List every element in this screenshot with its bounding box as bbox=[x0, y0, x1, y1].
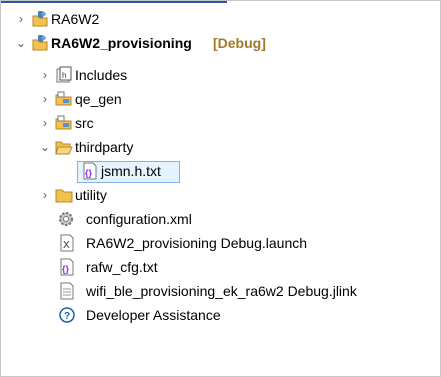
tree-item-label: jsmn.h.txt bbox=[101, 163, 161, 179]
project-explorer-panel: › RA6W2 ⌄ RA6W2_provisioning [Debug] › h… bbox=[0, 0, 441, 377]
text-file-icon: {} bbox=[81, 162, 99, 180]
collapse-icon[interactable]: ⌄ bbox=[38, 139, 52, 155]
tree-item-debug-launch[interactable]: X RA6W2_provisioning Debug.launch bbox=[1, 232, 440, 254]
tree-item-utility[interactable]: › utility bbox=[1, 184, 440, 206]
tree-item-label: configuration.xml bbox=[86, 211, 192, 227]
tree-item-label: RA6W2_provisioning Debug.launch bbox=[86, 235, 308, 251]
expand-icon[interactable]: › bbox=[38, 91, 52, 107]
svg-text:h: h bbox=[62, 71, 66, 80]
svg-text:?: ? bbox=[64, 311, 70, 322]
tree-item-src[interactable]: › src bbox=[1, 112, 440, 134]
folder-icon bbox=[55, 186, 73, 204]
document-icon bbox=[58, 282, 76, 300]
tree-item-label: src bbox=[75, 115, 94, 131]
expand-icon[interactable]: › bbox=[38, 187, 52, 203]
tree-item-label: Developer Assistance bbox=[86, 307, 221, 323]
tree-item-jsmn-h-txt[interactable]: {} jsmn.h.txt bbox=[1, 160, 440, 182]
tree-item-label: thirdparty bbox=[75, 139, 134, 155]
expand-icon[interactable]: › bbox=[14, 11, 28, 27]
expand-icon[interactable]: › bbox=[38, 115, 52, 131]
tree-item-qe-gen[interactable]: › qe_gen bbox=[1, 88, 440, 110]
includes-folder-icon: h bbox=[55, 66, 73, 84]
project-icon bbox=[31, 34, 49, 52]
launch-file-icon: X bbox=[58, 234, 76, 252]
tree-item-label: Includes bbox=[75, 67, 128, 83]
project-icon bbox=[31, 10, 49, 28]
tree-item-label: qe_gen bbox=[75, 91, 122, 107]
source-folder-icon bbox=[55, 114, 73, 132]
tree-item-ra6w2[interactable]: › RA6W2 bbox=[1, 8, 440, 30]
tree-item-thirdparty[interactable]: ⌄ thirdparty bbox=[1, 136, 440, 158]
help-icon: ? bbox=[58, 306, 76, 324]
configuration-gear-icon bbox=[57, 210, 75, 228]
tree-item-debug-jlink[interactable]: wifi_ble_provisioning_ek_ra6w2 Debug.jli… bbox=[1, 280, 440, 302]
tree-item-label: RA6W2 bbox=[51, 11, 100, 27]
view-tab-underline bbox=[1, 1, 227, 3]
collapse-icon[interactable]: ⌄ bbox=[14, 35, 28, 51]
tree-item-rafw-cfg-txt[interactable]: {} rafw_cfg.txt bbox=[1, 256, 440, 278]
tree-item-configuration-xml[interactable]: configuration.xml bbox=[1, 208, 440, 230]
text-file-icon: {} bbox=[58, 258, 76, 276]
svg-text:{}: {} bbox=[62, 264, 70, 274]
expand-icon[interactable]: › bbox=[38, 67, 52, 83]
tree-item-label: wifi_ble_provisioning_ek_ra6w2 Debug.jli… bbox=[86, 283, 357, 299]
source-folder-icon bbox=[55, 90, 73, 108]
svg-text:{}: {} bbox=[85, 168, 93, 178]
tree-item-developer-assistance[interactable]: ? Developer Assistance bbox=[1, 304, 440, 326]
open-folder-icon bbox=[55, 138, 73, 156]
tree-item-includes[interactable]: › h Includes bbox=[1, 64, 440, 86]
tree-item-label: utility bbox=[75, 187, 107, 203]
tree-item-label: RA6W2_provisioning bbox=[51, 35, 192, 51]
tree-item-ra6w2-provisioning[interactable]: ⌄ RA6W2_provisioning [Debug] bbox=[1, 32, 440, 54]
svg-text:X: X bbox=[63, 240, 70, 251]
build-config-decoration: [Debug] bbox=[213, 35, 266, 51]
tree-item-label: rafw_cfg.txt bbox=[86, 259, 158, 275]
